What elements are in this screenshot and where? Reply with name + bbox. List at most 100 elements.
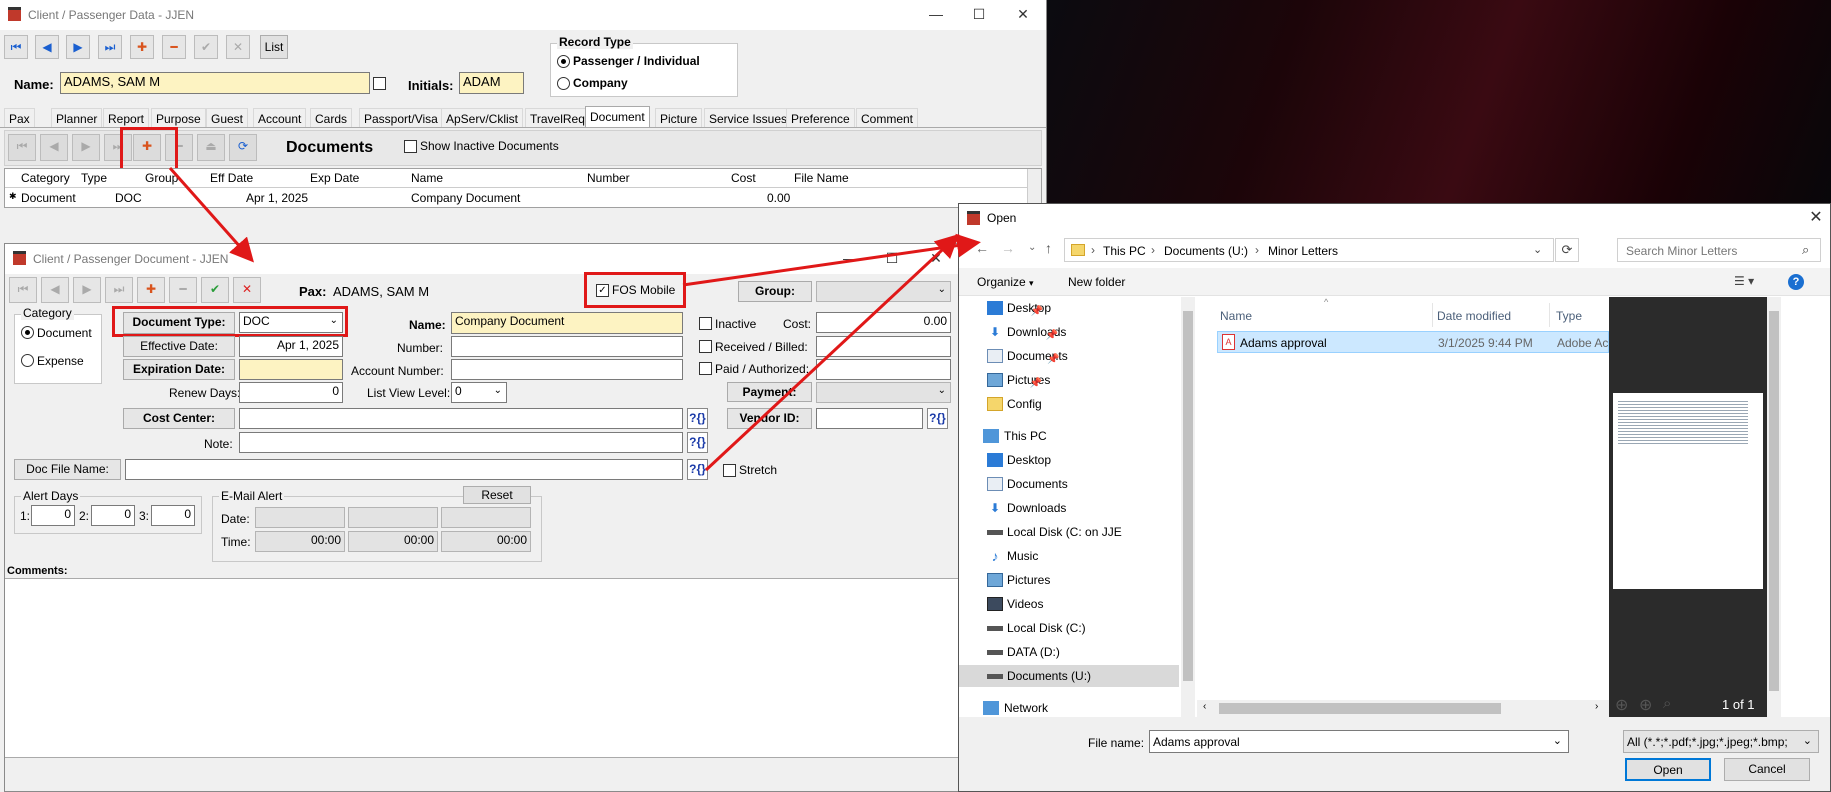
email-date-1[interactable] (255, 507, 345, 528)
col-group[interactable]: Group (145, 171, 178, 185)
cost-center-lookup-button[interactable]: ?{} (687, 408, 708, 429)
tab-comment[interactable]: Comment (856, 108, 919, 127)
minimize-icon[interactable]: — (925, 4, 947, 24)
number-field[interactable] (451, 336, 683, 357)
group-select[interactable]: ⌄ (816, 281, 951, 302)
vendor-id-lookup-button[interactable]: ?{} (927, 408, 948, 429)
doc-maximize-icon[interactable]: ☐ (881, 248, 903, 268)
this-pc-downloads[interactable]: ⬇ Downloads (959, 497, 1066, 519)
preview-down-icon[interactable]: ⊕ (1639, 695, 1652, 715)
first-record-button[interactable]: ⏮ (4, 35, 28, 59)
breadcrumb-documents-u[interactable]: Documents (U:) (1164, 244, 1248, 258)
alert-2-field[interactable]: 0 (91, 505, 135, 526)
doc-eject-button[interactable]: ⏏ (197, 134, 225, 161)
this-pc-local-disk-c[interactable]: Local Disk (C:) (959, 617, 1086, 639)
docw-last-button[interactable]: ⏭ (105, 277, 133, 303)
doc-name-field[interactable]: Company Document (451, 312, 683, 334)
forward-icon[interactable]: → (1001, 240, 1015, 256)
list-item[interactable]: A Adams approval 3/1/2025 9:44 PM Adobe … (1217, 331, 1609, 353)
doc-prev-button[interactable]: ◀ (40, 134, 68, 161)
nav-item-downloads[interactable]: ⬇ Downloads 📌 (959, 321, 1066, 343)
col-header-type[interactable]: Type (1556, 309, 1582, 323)
account-number-field[interactable] (451, 359, 683, 380)
address-dropdown-icon[interactable]: ⌄ (1533, 243, 1542, 256)
received-billed-field[interactable] (816, 336, 951, 357)
preview-scrollbar[interactable] (1767, 297, 1781, 717)
cancel-record-button[interactable]: ✕ (226, 35, 250, 59)
tab-purpose[interactable]: Purpose (151, 108, 206, 127)
doc-first-button[interactable]: ⏮ (8, 134, 36, 161)
organize-button[interactable]: Organize ▾ (977, 275, 1034, 289)
vendor-id-button[interactable]: Vendor ID: (727, 408, 812, 429)
this-pc-videos[interactable]: Videos (959, 593, 1043, 615)
nav-item-config[interactable]: Config (959, 393, 1042, 415)
reset-button[interactable]: Reset (463, 486, 531, 504)
tab-document[interactable]: Document (585, 106, 650, 127)
paid-authorized-field[interactable] (816, 359, 951, 380)
this-pc-local-disk-jje[interactable]: Local Disk (C: on JJE (959, 521, 1122, 543)
file-hscroll-thumb[interactable] (1219, 703, 1501, 714)
recent-chevron-icon[interactable]: ⌄ (1028, 242, 1036, 253)
file-type-filter[interactable]: All (*.*;*.pdf;*.jpg;*.jpeg;*.bmp; ⌄ (1623, 730, 1819, 753)
col-exp-date[interactable]: Exp Date (310, 171, 359, 185)
breadcrumb-minor-letters[interactable]: Minor Letters (1268, 244, 1338, 258)
email-time-3[interactable]: 00:00 (441, 531, 531, 552)
category-expense-radio[interactable] (21, 354, 34, 367)
up-icon[interactable]: ↑ (1045, 240, 1052, 256)
alert-3-field[interactable]: 0 (151, 505, 195, 526)
file-hscrollbar[interactable]: ‹ › (1197, 700, 1609, 717)
this-pc-music[interactable]: ♪ Music (959, 545, 1039, 567)
tab-passport-visa[interactable]: Passport/Visa (359, 108, 443, 127)
docw-prev-button[interactable]: ◀ (41, 277, 69, 303)
nav-this-pc[interactable]: This PC (959, 425, 1047, 447)
maximize-icon[interactable]: ☐ (968, 4, 990, 24)
note-lookup-button[interactable]: ?{} (687, 432, 708, 453)
last-record-button[interactable]: ⏭ (98, 35, 122, 59)
list-button[interactable]: List (260, 35, 288, 59)
email-date-3[interactable] (441, 507, 531, 528)
col-name[interactable]: Name (411, 171, 443, 185)
delete-record-button[interactable]: ━ (162, 35, 186, 59)
doc-minimize-icon[interactable]: — (839, 248, 861, 268)
docw-first-button[interactable]: ⏮ (9, 277, 37, 303)
col-header-name[interactable]: Name (1220, 309, 1252, 323)
help-icon[interactable]: ? (1788, 274, 1804, 290)
nav-item-desktop[interactable]: Desktop 📌 (959, 297, 1051, 319)
scroll-left-icon[interactable]: ‹ (1203, 701, 1206, 712)
col-number[interactable]: Number (587, 171, 630, 185)
this-pc-desktop[interactable]: Desktop (959, 449, 1051, 471)
cost-center-field[interactable] (239, 408, 683, 429)
note-field[interactable] (239, 432, 683, 453)
next-record-button[interactable]: ▶ (66, 35, 90, 59)
comments-textarea[interactable] (5, 578, 959, 758)
docw-add-button[interactable]: ✚ (137, 277, 165, 303)
cost-field[interactable]: 0.00 (816, 312, 951, 333)
email-time-2[interactable]: 00:00 (348, 531, 438, 552)
doc-file-name-field[interactable] (125, 459, 683, 480)
email-time-1[interactable]: 00:00 (255, 531, 345, 552)
table-row[interactable]: ✱ Document DOC Apr 1, 2025 Company Docum… (5, 189, 1025, 208)
passenger-radio[interactable] (557, 55, 570, 68)
doc-file-name-button[interactable]: Doc File Name: (14, 459, 121, 480)
col-header-date[interactable]: Date modified (1437, 309, 1511, 323)
address-bar[interactable]: › This PC › Documents (U:) › Minor Lette… (1064, 238, 1554, 262)
col-eff-date[interactable]: Eff Date (210, 171, 253, 185)
col-file-name[interactable]: File Name (794, 171, 849, 185)
breadcrumb-this-pc[interactable]: This PC (1103, 244, 1146, 258)
close-icon[interactable]: ✕ (1012, 4, 1034, 24)
renew-days-field[interactable]: 0 (239, 382, 343, 403)
col-cost[interactable]: Cost (731, 171, 756, 185)
add-record-button[interactable]: ✚ (130, 35, 154, 59)
nav-item-pictures[interactable]: Pictures 📌 (959, 369, 1050, 391)
received-billed-checkbox[interactable] (699, 340, 712, 353)
stretch-checkbox[interactable] (723, 464, 736, 477)
nav-scroll-thumb[interactable] (1183, 311, 1193, 681)
prev-record-button[interactable]: ◀ (35, 35, 59, 59)
this-pc-documents-u[interactable]: Documents (U:) (959, 665, 1179, 687)
save-record-button[interactable]: ✔ (194, 35, 218, 59)
tab-apserv-cklist[interactable]: ApServ/Cklist (441, 108, 524, 127)
show-inactive-checkbox[interactable] (404, 140, 417, 153)
category-document-radio[interactable] (21, 326, 34, 339)
docw-save-button[interactable]: ✔ (201, 277, 229, 303)
open-button[interactable]: Open (1625, 758, 1711, 781)
